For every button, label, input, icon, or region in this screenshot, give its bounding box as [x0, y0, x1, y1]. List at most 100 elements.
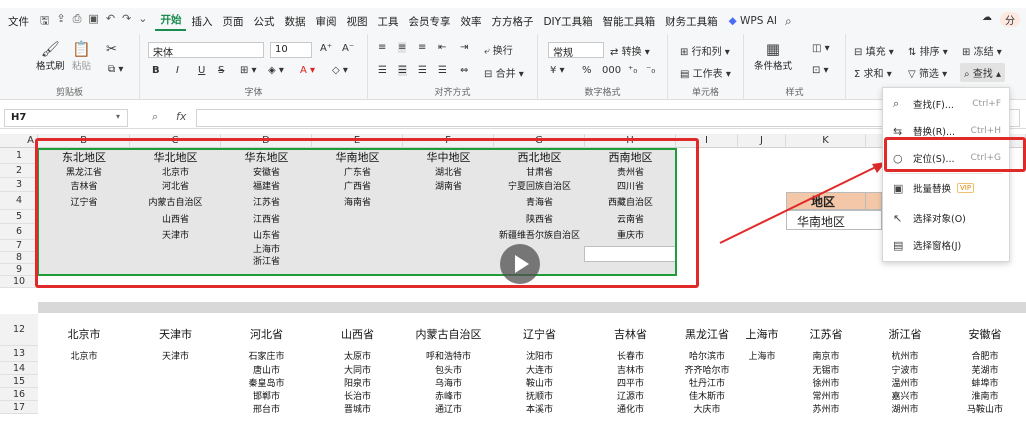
- find-dropdown-menu: ⌕ 查找(F)... Ctrl+F ⇆ 替换(R)... Ctrl+H ○ 定位(S)..…: [882, 87, 1010, 262]
- clear-format-icon[interactable]: ◇ ▾: [332, 65, 348, 76]
- fx-label[interactable]: fx: [176, 110, 186, 123]
- menu-divider: [889, 173, 1003, 174]
- undo-icon[interactable]: ↶: [106, 12, 115, 31]
- menu-item-select-object[interactable]: ↖ 选择对象(O): [883, 207, 1009, 229]
- tab-home[interactable]: 开始: [155, 12, 187, 31]
- wrap-text-button[interactable]: ⤶ 换行: [484, 42, 513, 57]
- indent-decrease-icon[interactable]: ⇤: [438, 42, 446, 53]
- freeze-button[interactable]: ⊞ 冻结 ▾: [962, 43, 1002, 58]
- video-play-button[interactable]: [500, 244, 540, 284]
- export-icon[interactable]: ⇪: [56, 12, 65, 31]
- decimal-decrease-icon[interactable]: ⁻₀: [646, 65, 655, 76]
- chevron-down-icon[interactable]: ▾: [116, 112, 120, 121]
- sum-button[interactable]: Σ 求和 ▾: [854, 65, 892, 80]
- filter-button[interactable]: ▽ 筛选 ▾: [908, 65, 947, 80]
- replace-icon: ⇆: [893, 124, 903, 138]
- sort-button[interactable]: ⇅ 排序 ▾: [908, 43, 948, 58]
- indent-increase-icon[interactable]: ⇥: [460, 42, 468, 53]
- fill-icon: ⊟: [854, 47, 863, 58]
- align-center-icon[interactable]: ☰: [398, 65, 407, 76]
- batch-replace-icon: ▣: [893, 181, 904, 195]
- chevron-down-icon[interactable]: ⌄: [138, 12, 147, 31]
- align-right-icon[interactable]: ☰: [418, 65, 427, 76]
- sort-icon: ⇅: [908, 47, 917, 58]
- tab-finance-tools[interactable]: 财务工具箱: [660, 14, 723, 29]
- cloud-icon[interactable]: ☁: [982, 12, 992, 27]
- font-shrink-icon[interactable]: A⁻: [342, 43, 354, 54]
- format-painter-button[interactable]: 🖌 格式刷: [36, 40, 65, 72]
- ribbon-toolbar: 🖌 格式刷 📋 粘贴 ✂ ⧉ ▾ 剪贴板 宋体 10 A⁺ A⁻ B I U S ⊞…: [0, 34, 1026, 100]
- align-top-icon[interactable]: ≡: [378, 42, 386, 53]
- find-button[interactable]: ⌕ 查找 ▴: [960, 63, 1005, 82]
- highlight-box-table: [35, 138, 699, 288]
- zoom-icon[interactable]: ⌕: [152, 110, 158, 124]
- cell-style-icon[interactable]: ◫ ▾: [812, 43, 830, 54]
- fill-color-icon[interactable]: ◈ ▾: [268, 65, 284, 76]
- font-color-icon[interactable]: A ▾: [300, 65, 315, 76]
- tab-data[interactable]: 数据: [279, 14, 310, 29]
- tab-smart-tools[interactable]: 智能工具箱: [598, 14, 661, 29]
- table-style-icon[interactable]: ⊡ ▾: [812, 65, 829, 76]
- thousands-icon[interactable]: 000: [602, 65, 621, 76]
- paste-button[interactable]: 📋 粘贴: [72, 40, 91, 72]
- font-size-select[interactable]: 10: [270, 42, 312, 58]
- align-bottom-icon[interactable]: ≡: [418, 42, 426, 53]
- italic-icon[interactable]: I: [176, 65, 179, 76]
- underline-icon[interactable]: U: [198, 65, 205, 76]
- menu-item-batch-replace[interactable]: ▣ 批量替换 VIP: [883, 177, 1009, 199]
- save-icon[interactable]: 🖫: [40, 12, 49, 31]
- number-group: 常规 ⇄ 转换 ▾ ¥ ▾ % 000 ⁺₀ ⁻₀ 数字格式: [538, 34, 668, 100]
- share-button[interactable]: 分: [1000, 12, 1020, 27]
- tab-formula[interactable]: 公式: [248, 14, 279, 29]
- align-left-icon[interactable]: ☰: [378, 65, 387, 76]
- justify-icon[interactable]: ☰: [438, 65, 447, 76]
- decimal-increase-icon[interactable]: ⁺₀: [628, 65, 637, 76]
- number-format-select[interactable]: 常规: [548, 42, 604, 59]
- fill-button[interactable]: ⊟ 填充 ▾: [854, 43, 894, 58]
- cut-icon[interactable]: ✂: [106, 42, 117, 57]
- highlight-box-goto: [884, 137, 1026, 172]
- worksheet-button[interactable]: ▤ 工作表 ▾: [680, 65, 731, 80]
- print-icon[interactable]: ⎙: [73, 12, 82, 31]
- name-box[interactable]: H7: [4, 109, 128, 127]
- search-icon[interactable]: ⌕: [785, 14, 792, 29]
- convert-button[interactable]: ⇄ 转换 ▾: [610, 43, 650, 58]
- menu-item-selection-pane[interactable]: ▤ 选择窗格(J): [883, 234, 1009, 256]
- menu-item-find[interactable]: ⌕ 查找(F)... Ctrl+F: [883, 93, 1009, 115]
- tab-insert[interactable]: 插入: [186, 14, 217, 29]
- wrap-icon: ⤶: [484, 46, 490, 57]
- worksheet-icon: ▤: [680, 69, 690, 80]
- percent-icon[interactable]: %: [582, 65, 592, 76]
- row-column-button[interactable]: ⊞ 行和列 ▾: [680, 43, 730, 58]
- alignment-group: ≡ ≡ ≡ ⇤ ⇥ ⤶ 换行 ☰ ☰ ☰ ☰ ⇔ ⊟ 合并 ▾ 对齐方式: [368, 34, 538, 100]
- tab-page[interactable]: 页面: [217, 14, 248, 29]
- wps-ai-icon: ◆: [728, 15, 737, 27]
- tab-efficiency[interactable]: 效率: [455, 14, 486, 29]
- currency-icon[interactable]: ¥ ▾: [550, 65, 565, 76]
- preview-icon[interactable]: ▣: [88, 12, 98, 31]
- sigma-icon: Σ: [854, 69, 861, 80]
- select-object-icon: ↖: [893, 211, 903, 225]
- conditional-format-button[interactable]: ▦ 条件格式: [754, 40, 792, 72]
- distribute-icon[interactable]: ⇔: [460, 65, 468, 76]
- tab-member[interactable]: 会员专享: [403, 14, 455, 29]
- align-middle-icon[interactable]: ≡: [398, 42, 407, 53]
- tab-fangfang[interactable]: 方方格子: [486, 14, 538, 29]
- bold-icon[interactable]: B: [152, 65, 160, 76]
- tab-tools[interactable]: 工具: [372, 14, 403, 29]
- font-name-select[interactable]: 宋体: [148, 42, 264, 59]
- wps-ai-button[interactable]: ◆ WPS AI: [729, 15, 777, 27]
- border-icon[interactable]: ⊞ ▾: [240, 65, 257, 76]
- font-grow-icon[interactable]: A⁺: [320, 43, 332, 54]
- menu-file[interactable]: 文件: [0, 14, 34, 29]
- tab-review[interactable]: 审阅: [310, 14, 341, 29]
- clipboard-group: 🖌 格式刷 📋 粘贴 ✂ ⧉ ▾ 剪贴板: [0, 34, 140, 100]
- copy-icon[interactable]: ⧉ ▾: [108, 64, 123, 75]
- tab-diy-tools[interactable]: DIY工具箱: [538, 14, 597, 29]
- convert-icon: ⇄: [610, 47, 619, 58]
- strikethrough-icon[interactable]: S: [218, 65, 224, 76]
- merge-button[interactable]: ⊟ 合并 ▾: [484, 65, 524, 80]
- quick-access-toolbar: 🖫 ⇪ ⎙ ▣ ↶ ↷ ⌄: [40, 12, 147, 31]
- redo-icon[interactable]: ↷: [122, 12, 131, 31]
- tab-view[interactable]: 视图: [341, 14, 372, 29]
